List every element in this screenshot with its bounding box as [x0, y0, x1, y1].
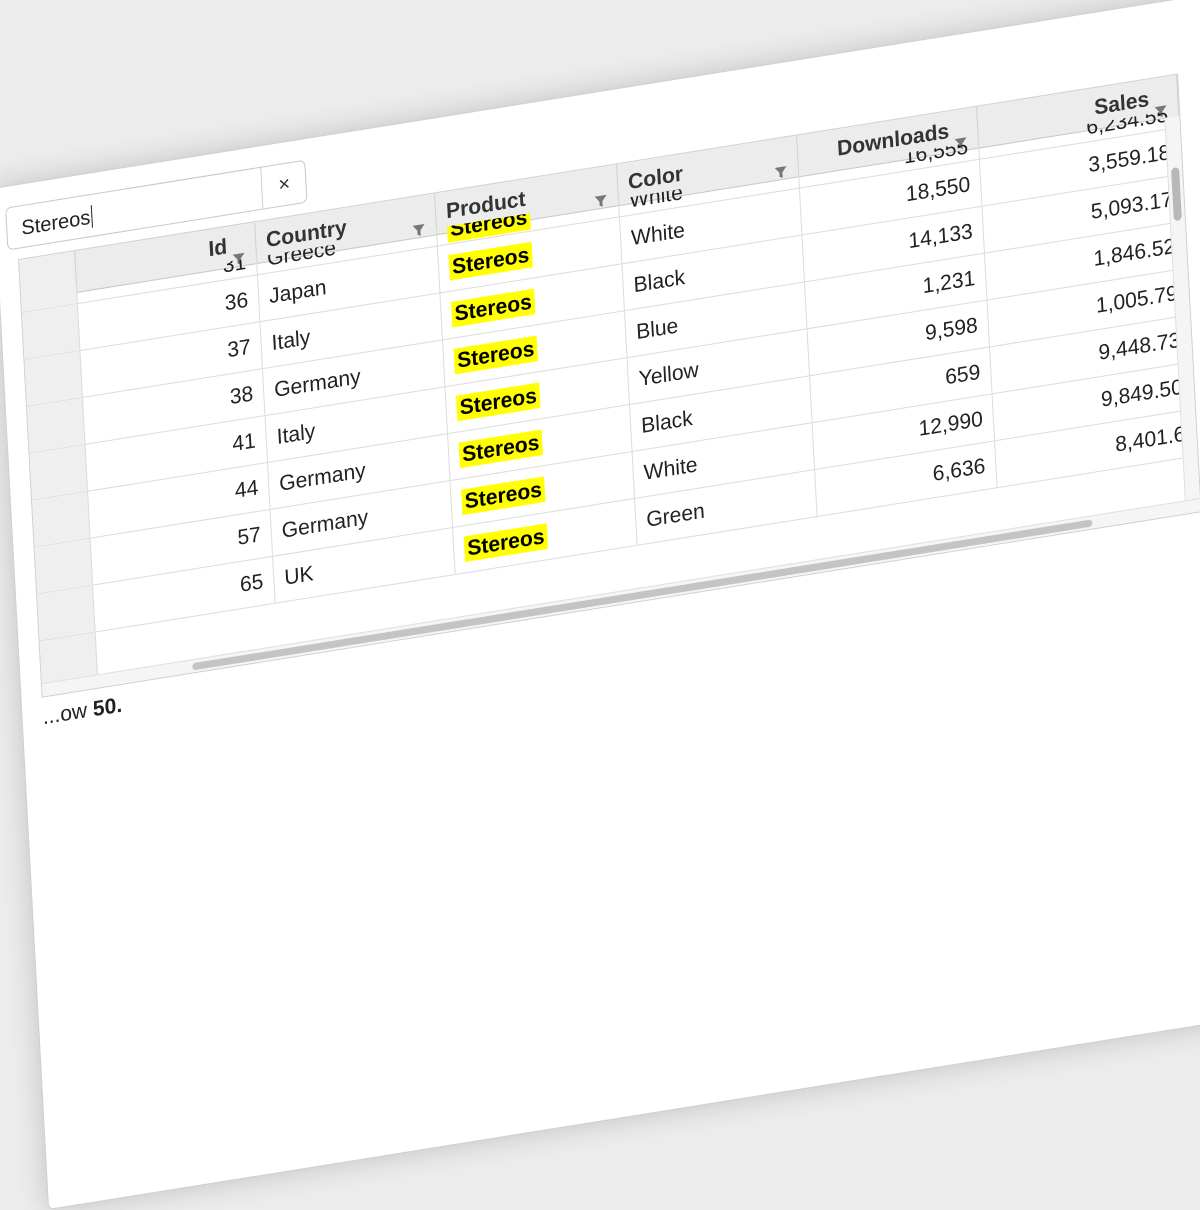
vertical-scroll-thumb[interactable]: [1171, 166, 1182, 222]
filter-icon[interactable]: [232, 238, 245, 265]
search-match-highlight: Stereos: [453, 335, 538, 375]
row-header[interactable]: [37, 585, 96, 641]
filter-icon[interactable]: [1154, 91, 1167, 118]
data-grid: Id Country Product Color Downloads Sales 31 Gr…: [18, 73, 1200, 698]
filter-icon[interactable]: [774, 152, 787, 178]
filter-icon[interactable]: [594, 180, 607, 207]
row-header[interactable]: [24, 350, 83, 406]
footer-prefix: ...ow: [42, 697, 94, 730]
filter-icon[interactable]: [954, 123, 967, 150]
row-header[interactable]: [26, 397, 86, 453]
column-header-label: Id: [207, 235, 228, 262]
clear-search-button[interactable]: ×: [260, 161, 308, 209]
row-header[interactable]: [32, 491, 91, 547]
search-match-highlight: Stereos: [463, 523, 549, 563]
search-match-highlight: Stereos: [451, 288, 536, 328]
search-match-highlight: Stereos: [461, 476, 546, 516]
filter-icon[interactable]: [412, 210, 425, 236]
footer-count: 50.: [92, 693, 123, 722]
search-match-highlight: Stereos: [458, 429, 544, 469]
text-caret: [90, 205, 93, 228]
row-header[interactable]: [34, 538, 94, 594]
footer-status: ...ow 50.: [42, 693, 123, 730]
row-header[interactable]: [29, 444, 88, 500]
grid-panel: Stereos × Id Country Product Color Downloads…: [0, 0, 1200, 1210]
search-value: Stereos: [20, 206, 91, 240]
search-match-highlight: Stereos: [448, 241, 533, 281]
search-input[interactable]: Stereos: [21, 205, 93, 241]
search-match-highlight: Stereos: [456, 382, 541, 422]
row-header[interactable]: [21, 304, 81, 359]
